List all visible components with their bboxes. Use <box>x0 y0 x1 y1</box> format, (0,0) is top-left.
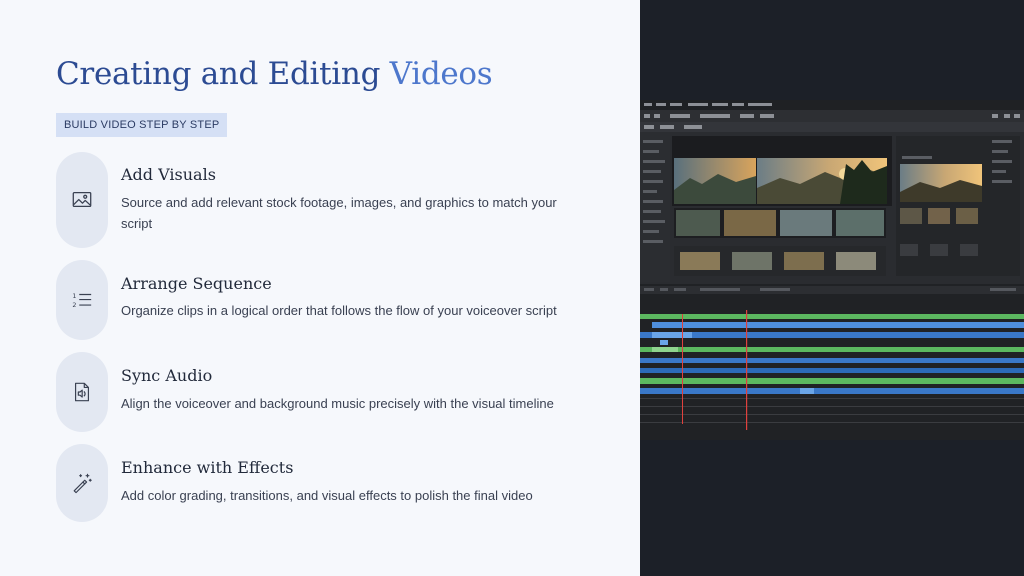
numbered-list-icon: 1 2 <box>72 292 92 309</box>
step-description: Organize clips in a logical order that f… <box>121 303 557 318</box>
step-enhance-effects: Enhance with Effects Add color grading, … <box>56 444 616 522</box>
title-accent: Videos <box>389 56 493 92</box>
step-icon-pill <box>56 444 108 522</box>
video-editor-screenshot <box>640 100 1024 440</box>
magic-wand-icon <box>73 473 92 494</box>
svg-text:2: 2 <box>72 301 76 309</box>
image-icon <box>72 192 92 208</box>
section-badge: BUILD VIDEO STEP BY STEP <box>56 113 228 137</box>
step-heading: Enhance with Effects <box>121 458 294 477</box>
step-heading: Arrange Sequence <box>121 274 272 293</box>
video-editor-illustration <box>640 100 1024 440</box>
step-add-visuals: Add Visuals Source and add relevant stoc… <box>56 152 616 248</box>
step-icon-pill <box>56 152 108 248</box>
title-main: Creating and Editing <box>56 56 390 92</box>
step-description: Source and add relevant stock footage, i… <box>121 195 557 231</box>
slide-title: Creating and Editing Videos <box>56 56 493 92</box>
step-description: Align the voiceover and background music… <box>121 396 554 411</box>
step-arrange-sequence: 1 2 Arrange Sequence Organize clips in a… <box>56 260 616 340</box>
step-heading: Sync Audio <box>121 366 213 385</box>
svg-text:1: 1 <box>72 292 76 300</box>
step-heading: Add Visuals <box>121 165 216 184</box>
audio-file-icon <box>74 382 90 402</box>
step-icon-pill <box>56 352 108 432</box>
photo-panel <box>640 0 1024 576</box>
step-description: Add color grading, transitions, and visu… <box>121 488 533 503</box>
step-icon-pill: 1 2 <box>56 260 108 340</box>
step-sync-audio: Sync Audio Align the voiceover and backg… <box>56 352 616 432</box>
content-panel: Creating and Editing Videos BUILD VIDEO … <box>0 0 640 576</box>
